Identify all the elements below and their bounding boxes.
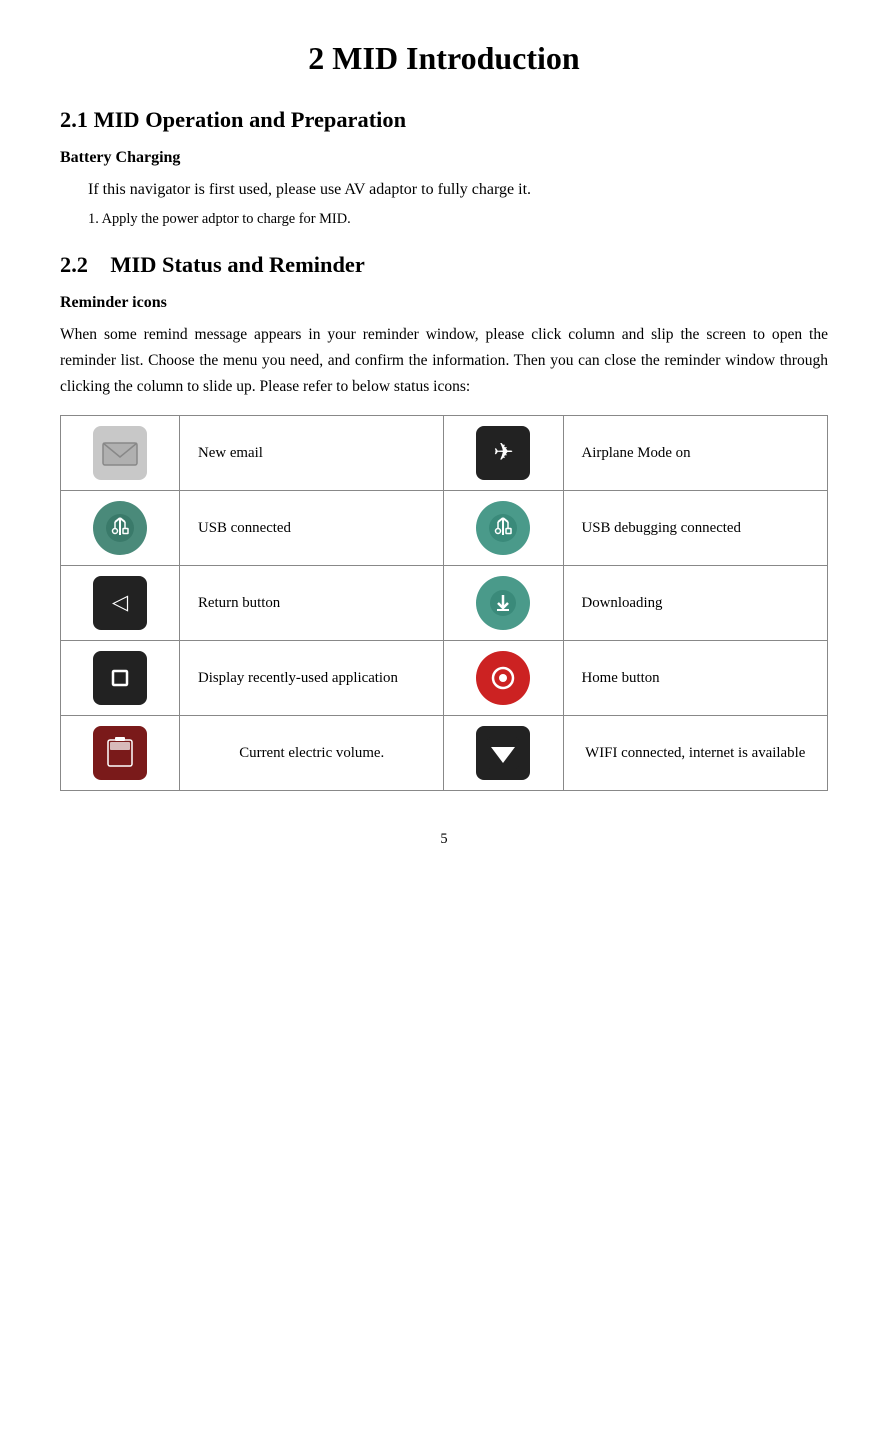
airplane-mode-icon: ✈ [476, 426, 530, 480]
section-2-2-heading: 2.2 MID Status and Reminder [60, 252, 828, 278]
envelope-svg [101, 439, 139, 467]
new-email-icon-cell [61, 415, 180, 490]
wifi-icon-cell [444, 715, 563, 790]
usb-connected-icon [93, 501, 147, 555]
battery-icon-cell [61, 715, 180, 790]
status-icons-table: New email ✈ Airplane Mode on [60, 415, 828, 791]
downloading-icon [476, 576, 530, 630]
table-row: ◁ Return button Downloading [61, 565, 828, 640]
airplane-mode-icon-cell: ✈ [444, 415, 563, 490]
return-button-label: Return button [180, 565, 444, 640]
home-button-label: Home button [563, 640, 828, 715]
airplane-mode-label: Airplane Mode on [563, 415, 828, 490]
usb-connected-icon-cell [61, 490, 180, 565]
battery-para2: 1. Apply the power adptor to charge for … [88, 211, 828, 228]
usb-debugging-icon-cell [444, 490, 563, 565]
section-2-1-heading: 2.1 MID Operation and Preparation [60, 107, 828, 133]
home-button-icon [476, 651, 530, 705]
section-2-1: 2.1 MID Operation and Preparation Batter… [60, 107, 828, 228]
usb-debugging-icon [476, 501, 530, 555]
wifi-icon [476, 726, 530, 780]
page-number: 5 [60, 831, 828, 848]
usb-debugging-label: USB debugging connected [563, 490, 828, 565]
new-email-label: New email [180, 415, 444, 490]
table-row: USB connected USB debugging connecte [61, 490, 828, 565]
home-button-icon-cell [444, 640, 563, 715]
recent-apps-icon [93, 651, 147, 705]
wifi-label: WIFI connected, internet is available [563, 715, 828, 790]
recent-apps-label: Display recently-used application [180, 640, 444, 715]
wifi-label-text: WIFI connected, internet is available [582, 742, 810, 764]
downloading-icon-cell [444, 565, 563, 640]
battery-para1: If this navigator is first used, please … [88, 177, 828, 203]
recent-apps-icon-cell [61, 640, 180, 715]
battery-label: Current electric volume. [180, 715, 444, 790]
reminder-icons-body: When some remind message appears in your… [60, 322, 828, 401]
table-row: Current electric volume. WIFI connected,… [61, 715, 828, 790]
usb-connected-label: USB connected [180, 490, 444, 565]
section-2-2: 2.2 MID Status and Reminder Reminder ico… [60, 252, 828, 791]
page-title: 2 MID Introduction [60, 40, 828, 77]
return-button-icon-cell: ◁ [61, 565, 180, 640]
reminder-icons-heading: Reminder icons [60, 294, 828, 312]
downloading-label: Downloading [563, 565, 828, 640]
battery-label-text: Current electric volume. [198, 742, 425, 764]
table-row: New email ✈ Airplane Mode on [61, 415, 828, 490]
table-row: Display recently-used application Home b… [61, 640, 828, 715]
battery-icon [93, 726, 147, 780]
new-email-icon [93, 426, 147, 480]
return-button-icon: ◁ [93, 576, 147, 630]
battery-charging-heading: Battery Charging [60, 149, 828, 167]
